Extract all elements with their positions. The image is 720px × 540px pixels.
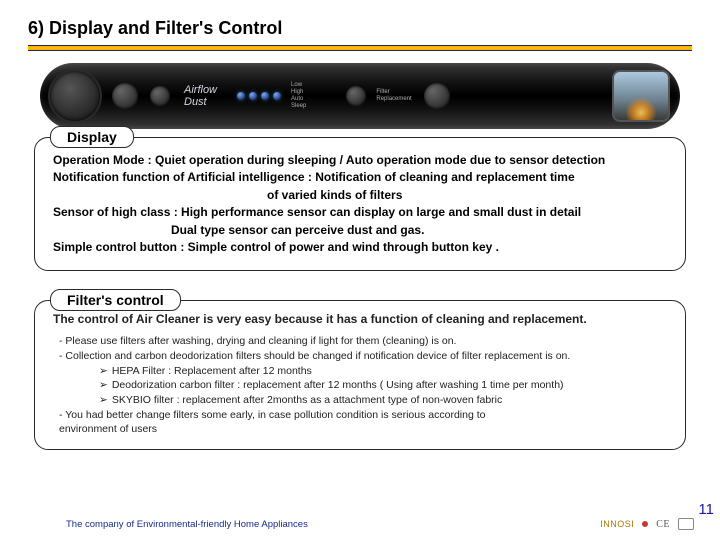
page-title: 6) Display and Filter's Control xyxy=(28,18,692,39)
display-info-box: Operation Mode : Quiet operation during … xyxy=(34,137,686,271)
filter-info-box: The control of Air Cleaner is very easy … xyxy=(34,300,686,450)
page-number: 11 xyxy=(698,501,714,518)
panel-button-icon xyxy=(112,83,138,109)
bullet-icon: ➢ xyxy=(99,379,108,391)
display-section-label: Display xyxy=(50,126,134,148)
bullet-icon: ➢ xyxy=(99,394,108,406)
filter-item: - Please use filters after washing, dryi… xyxy=(53,334,667,349)
ce-mark-icon: CE xyxy=(656,519,670,530)
panel-button-icon xyxy=(424,83,450,109)
replace-label: Filter Replacement xyxy=(376,89,411,103)
brand-dot-icon xyxy=(642,521,648,527)
led-row xyxy=(237,92,281,100)
filter-lead: The control of Air Cleaner is very easy … xyxy=(53,311,667,328)
filter-sub: ➢SKYBIO filter : replacement after 2mont… xyxy=(53,393,667,408)
footer-text: The company of Environmental-friendly Ho… xyxy=(66,519,308,530)
footer-logo: INNOSI CE xyxy=(600,518,694,530)
filter-sub: ➢Deodorization carbon filter : replaceme… xyxy=(53,378,667,393)
info-line: Sensor of high class : High performance … xyxy=(53,204,667,221)
filter-tail: environment of users xyxy=(53,422,667,437)
led-icon xyxy=(273,92,281,100)
device-panel-image: Airflow Dust Low High Auto Sleep Filter … xyxy=(40,63,680,129)
filter-item: - Collection and carbon deodorization fi… xyxy=(53,349,667,364)
filter-section-label: Filter's control xyxy=(50,289,181,311)
modes-label: Low High Auto Sleep xyxy=(291,82,306,111)
filter-tail: - You had better change filters some ear… xyxy=(53,408,667,423)
info-line: Notification function of Artificial inte… xyxy=(53,169,667,186)
info-line: Dual type sensor can perceive dust and g… xyxy=(53,222,667,239)
power-dial-icon xyxy=(50,71,100,121)
airflow-label: Airflow Dust xyxy=(184,84,217,108)
led-icon xyxy=(249,92,257,100)
led-icon xyxy=(261,92,269,100)
led-icon xyxy=(237,92,245,100)
bullet-icon: ➢ xyxy=(99,365,108,377)
brand-label: INNOSI xyxy=(600,519,634,529)
panel-button-icon xyxy=(150,86,170,106)
panel-button-icon xyxy=(346,86,366,106)
panel-display-icon xyxy=(612,70,670,122)
cert-icon xyxy=(678,518,694,530)
info-line: Operation Mode : Quiet operation during … xyxy=(53,152,667,169)
info-line: of varied kinds of filters xyxy=(53,187,667,204)
title-rule xyxy=(28,45,692,51)
filter-sub: ➢HEPA Filter : Replacement after 12 mont… xyxy=(53,364,667,379)
info-line: Simple control button : Simple control o… xyxy=(53,239,667,256)
